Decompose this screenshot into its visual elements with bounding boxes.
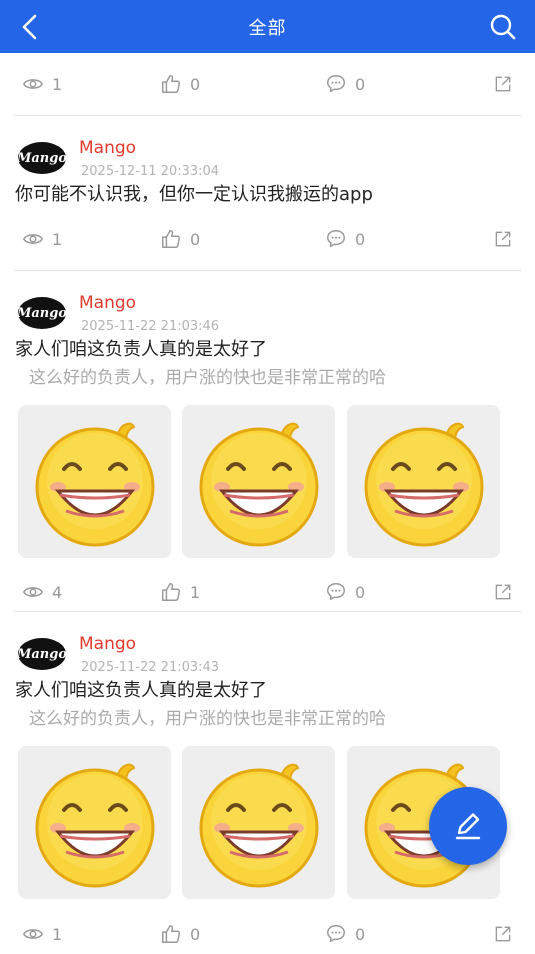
view-count-value: 1	[52, 74, 63, 94]
thumb-up-icon	[160, 73, 182, 95]
like-count-value: 1	[190, 582, 201, 602]
share-icon	[493, 582, 513, 602]
comment-button[interactable]: 0	[325, 914, 365, 954]
post-stats: 1 0 0	[14, 914, 521, 954]
back-arrow-icon[interactable]	[16, 12, 44, 42]
post-time: 2025-11-22 21:03:46	[81, 319, 220, 334]
comment-count-value: 0	[355, 229, 366, 249]
post-content: 你可能不认识我，但你一定认识我搬运的app	[15, 184, 373, 205]
post-header: Mango Mango 2025-12-11 20:33:04	[0, 116, 535, 179]
eye-icon	[22, 228, 44, 250]
post-time: 2025-11-22 21:03:43	[81, 660, 220, 675]
author-name[interactable]: Mango	[79, 634, 136, 654]
post-stats: 4 1 0	[14, 573, 521, 612]
view-count-value: 4	[52, 582, 63, 602]
share-icon	[493, 924, 513, 944]
post-card[interactable]: Mango Mango 2025-11-22 21:03:43 家人们咱这负责人…	[0, 612, 535, 954]
share-icon	[493, 229, 513, 249]
post-subtext: 这么好的负责人，用户涨的快也是非常正常的哈	[29, 368, 386, 388]
post-stats: 1 0 0	[14, 208, 521, 271]
comment-count-value: 0	[355, 582, 366, 602]
comment-button[interactable]: 0	[325, 53, 365, 115]
share-button[interactable]	[493, 208, 521, 270]
thumb-up-icon	[160, 581, 182, 603]
eye-icon	[22, 73, 44, 95]
post-stats: 1 0 0	[14, 53, 521, 116]
like-button[interactable]: 1	[160, 573, 200, 611]
grinning-emoji-image	[194, 758, 324, 888]
share-icon	[493, 74, 513, 94]
edit-pen-icon	[455, 813, 481, 840]
like-button[interactable]: 0	[160, 53, 200, 115]
avatar[interactable]: Mango	[17, 142, 67, 174]
post-card[interactable]: Mango Mango 2025-12-11 20:33:04 你可能不认识我，…	[0, 116, 535, 271]
share-button[interactable]	[493, 914, 521, 954]
author-name[interactable]: Mango	[79, 293, 136, 313]
view-count-value: 1	[52, 229, 63, 249]
view-count: 1	[22, 53, 62, 115]
view-count: 1	[22, 208, 62, 270]
post-image[interactable]	[347, 405, 500, 558]
grinning-emoji-image	[30, 758, 160, 888]
comment-icon	[325, 581, 347, 603]
post-time: 2025-12-11 20:33:04	[81, 164, 220, 179]
post-subtext: 这么好的负责人，用户涨的快也是非常正常的哈	[29, 709, 386, 729]
thumb-up-icon	[160, 228, 182, 250]
view-count: 1	[22, 914, 62, 954]
page-title: 全部	[248, 17, 287, 39]
comment-icon	[325, 73, 347, 95]
grinning-emoji-image	[30, 417, 160, 547]
like-count-value: 0	[190, 229, 201, 249]
post-image[interactable]	[182, 746, 335, 899]
top-bar: 全部	[0, 0, 535, 53]
like-button[interactable]: 0	[160, 914, 200, 954]
grinning-emoji-image	[194, 417, 324, 547]
comment-count-value: 0	[355, 924, 366, 944]
view-count-value: 1	[52, 924, 63, 944]
like-count-value: 0	[190, 74, 201, 94]
comment-icon	[325, 923, 347, 945]
post-content: 家人们咱这负责人真的是太好了	[15, 339, 267, 360]
comment-button[interactable]: 0	[325, 573, 365, 611]
post-images	[0, 391, 535, 573]
avatar[interactable]: Mango	[17, 297, 67, 329]
share-button[interactable]	[493, 53, 521, 115]
eye-icon	[22, 581, 44, 603]
post-image[interactable]	[18, 405, 171, 558]
share-button[interactable]	[493, 573, 521, 611]
like-count-value: 0	[190, 924, 201, 944]
post-content: 家人们咱这负责人真的是太好了	[15, 680, 267, 701]
eye-icon	[22, 923, 44, 945]
comment-count-value: 0	[355, 74, 366, 94]
thumb-up-icon	[160, 923, 182, 945]
author-name[interactable]: Mango	[79, 138, 136, 158]
post-image[interactable]	[18, 746, 171, 899]
post-header: Mango Mango 2025-11-22 21:03:43	[0, 612, 535, 675]
post-card[interactable]: Mango Mango 2025-11-22 21:03:46 家人们咱这负责人…	[0, 271, 535, 612]
comment-button[interactable]: 0	[325, 208, 365, 270]
like-button[interactable]: 0	[160, 208, 200, 270]
compose-post-button[interactable]	[429, 787, 507, 865]
post-image[interactable]	[182, 405, 335, 558]
avatar[interactable]: Mango	[17, 638, 67, 670]
comment-icon	[325, 228, 347, 250]
view-count: 4	[22, 573, 62, 611]
grinning-emoji-image	[359, 417, 489, 547]
search-icon[interactable]	[489, 12, 517, 42]
post-header: Mango Mango 2025-11-22 21:03:46	[0, 271, 535, 334]
